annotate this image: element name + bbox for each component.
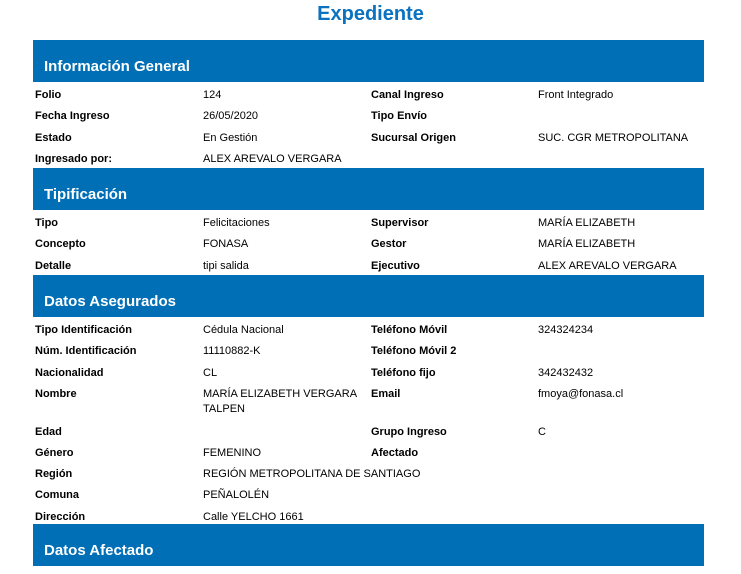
section-heading: Datos Afectado: [33, 524, 704, 567]
field-label: Email: [371, 387, 401, 400]
field-label: Comuna: [35, 489, 79, 502]
field-row: Región REGIÓN METROPOLITANA DE SANTIAGO: [33, 464, 704, 485]
field-row: Núm. Identificación 11110882-K Teléfono Mó…: [33, 341, 704, 362]
field-label: Tipo Envío: [371, 110, 428, 123]
field-label: Ejecutivo: [371, 259, 420, 272]
field-label: Supervisor: [371, 217, 429, 230]
field-label: Ingresado por:: [35, 152, 113, 165]
field-row: Nombre MARÍA ELIZABETH VERGARA TALPEN Emai…: [33, 384, 704, 422]
field-row: Estado En Gestión Sucursal Origen SUC. CGR …: [33, 128, 704, 149]
field-label: Edad: [35, 425, 62, 438]
field-row: Fecha Ingreso 26/05/2020 Tipo Envío: [33, 106, 704, 127]
field-value: C: [538, 425, 546, 438]
field-row: Comuna PEÑALOLÉN: [33, 485, 704, 506]
field-label: Nacionalidad: [35, 366, 104, 379]
section-heading: Datos Asegurados: [33, 275, 704, 318]
field-value: Front Integrado: [538, 89, 614, 101]
field-value: 124: [203, 89, 222, 101]
section-datos-asegurados: Datos Asegurados Tipo Identificación Cédul…: [33, 275, 704, 528]
field-value: CL: [203, 366, 218, 379]
field-row: Tipo Identificación Cédula Nacional Teléfo…: [33, 320, 704, 341]
field-value: 26/05/2020: [203, 110, 259, 123]
field-value: ALEX AREVALO VERGARA: [203, 152, 342, 165]
field-row: Género FEMENINO Afectado: [33, 443, 704, 464]
page-title: Expediente: [317, 3, 424, 25]
field-value: 324324234: [538, 324, 594, 337]
field-value: PEÑALOLÉN: [203, 489, 270, 502]
field-label: Núm. Identificación: [35, 345, 137, 358]
field-label: Afectado: [371, 446, 419, 459]
field-label: Tipo: [35, 217, 59, 230]
field-label: Tipo Identificación: [35, 324, 132, 337]
field-label: Estado: [35, 131, 72, 144]
field-label: Folio: [35, 89, 62, 101]
field-row: Folio 124 Canal Ingreso Front Integrado: [33, 85, 704, 106]
field-row: Edad Grupo Ingreso C: [33, 422, 704, 443]
field-value: tipi salida: [203, 259, 249, 272]
field-value: MARÍA ELIZABETH: [538, 238, 636, 251]
field-label: Sucursal Origen: [371, 131, 456, 144]
section-heading: Tipificación: [33, 168, 704, 211]
field-value: En Gestión: [203, 131, 258, 144]
section-datos-afectado: Datos Afectado: [33, 524, 704, 567]
field-value: Felicitaciones: [203, 217, 270, 230]
field-row: Nacionalidad CL Teléfono fijo 342432432: [33, 363, 704, 384]
field-label: Nombre: [35, 387, 77, 400]
field-value: SUC. CGR METROPOLITANA: [538, 131, 689, 144]
field-label: Teléfono Móvil 2: [371, 345, 457, 358]
field-label: Género: [35, 446, 74, 459]
field-value: 342432432: [538, 366, 594, 379]
field-label: Detalle: [35, 259, 72, 272]
field-label: Teléfono fijo: [371, 366, 436, 379]
field-value: REGIÓN METROPOLITANA DE SANTIAGO: [203, 468, 421, 481]
field-value: ALEX AREVALO VERGARA: [538, 259, 677, 272]
field-value: Cédula Nacional: [203, 324, 284, 337]
field-value: MARÍA ELIZABETH: [538, 217, 636, 230]
field-value: FONASA: [203, 238, 249, 251]
field-row: Tipo Felicitaciones Supervisor MARÍA ELIZAB…: [33, 213, 704, 234]
field-value: MARÍA ELIZABETH VERGARA TALPEN: [203, 387, 357, 416]
field-label: Concepto: [35, 238, 86, 251]
section-tipificacion: Tipificación Tipo Felicitaciones Supervisor…: [33, 168, 704, 277]
field-label: Grupo Ingreso: [371, 425, 447, 438]
field-value: FEMENINO: [203, 446, 262, 459]
field-value: fmoya@fonasa.cl: [538, 387, 624, 400]
field-row: Ingresado por: ALEX AREVALO VERGARA: [33, 149, 704, 170]
field-label: Gestor: [371, 238, 407, 251]
field-label: Canal Ingreso: [371, 89, 444, 101]
field-label: Teléfono Móvil: [371, 324, 448, 337]
field-row: Concepto FONASA Gestor MARÍA ELIZABETH: [33, 234, 704, 255]
section-heading: Información General: [33, 40, 704, 82]
field-label: Fecha Ingreso: [35, 110, 110, 123]
field-value: 11110882-K: [203, 345, 261, 358]
field-row: Detalle tipi salida Ejecutivo ALEX AREVALO …: [33, 256, 704, 277]
section-informacion-general: Información General Folio 124 Canal Ingreso…: [33, 40, 704, 170]
expediente-document: Información General Folio 124 Canal Ingreso…: [33, 40, 704, 567]
field-label: Región: [35, 468, 73, 481]
